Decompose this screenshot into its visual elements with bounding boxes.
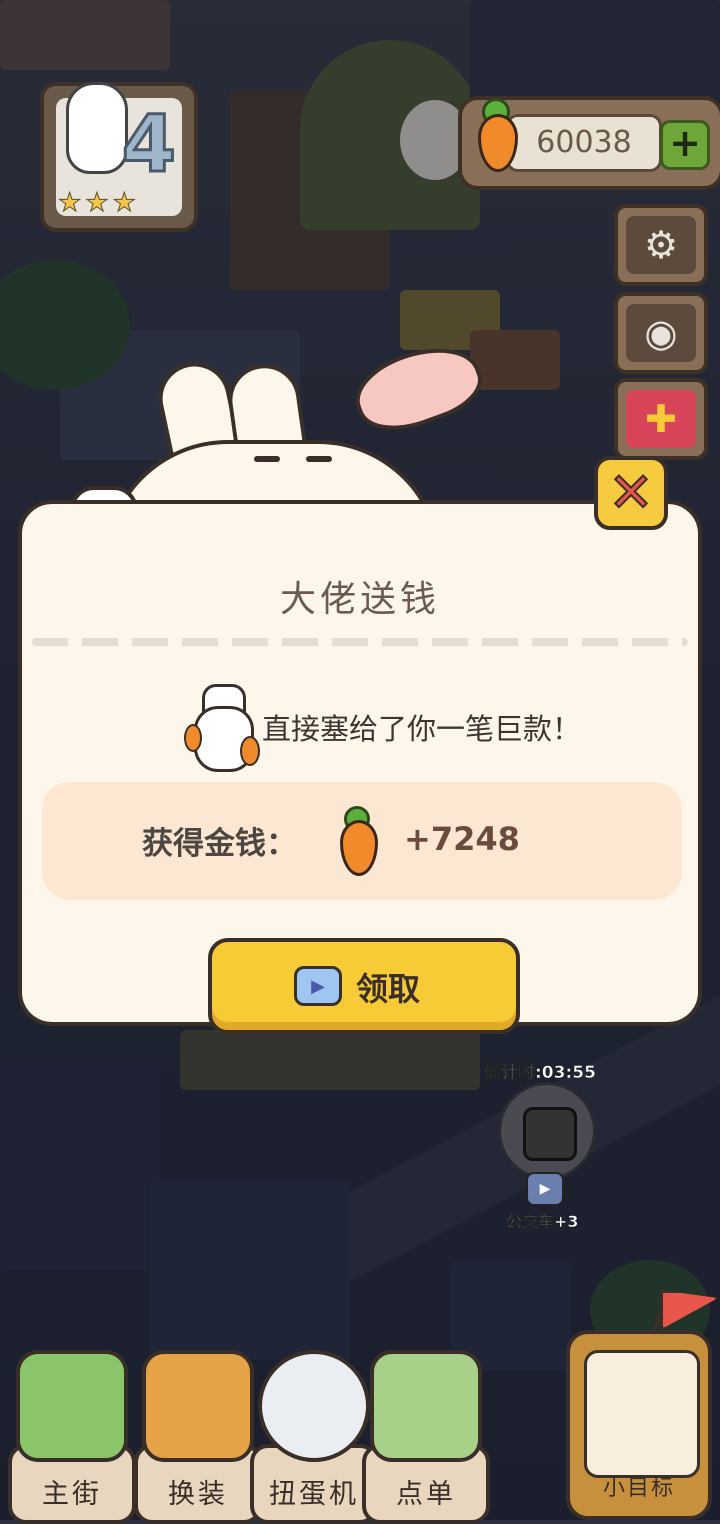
reward-dialog: 大佬送钱 直接塞给了你一笔巨款！ 获得金钱： +7248 ▶ 领取 ✕ [18, 332, 702, 1034]
dialog-message: 直接塞给了你一笔巨款！ [262, 712, 582, 746]
video-ad-icon: ▶ [526, 1172, 564, 1206]
level-number: 4 [120, 99, 177, 192]
nav-item-main-street[interactable]: 主街 [8, 1350, 136, 1524]
gacha-machine-icon [258, 1350, 370, 1462]
dialog-title: 大佬送钱 [279, 579, 440, 620]
camera-icon: ◉ [644, 311, 678, 355]
gear-icon: ⚙ [643, 223, 679, 267]
order-list-icon [370, 1350, 482, 1462]
money-field: 60038 [506, 114, 662, 172]
gift-icon: ✚ [645, 397, 677, 441]
nav-item-order[interactable]: 点单 [362, 1350, 490, 1524]
carrot-icon [336, 806, 382, 878]
nav-label: 小目标 [602, 1476, 675, 1501]
dashed-divider [32, 638, 688, 646]
claim-label: 领取 [356, 970, 421, 1008]
nav-label: 主街 [42, 1479, 102, 1510]
nav-label: 点单 [396, 1479, 456, 1510]
map-icon [16, 1350, 128, 1462]
nav-item-small-goal[interactable]: 小目标 [566, 1330, 712, 1520]
player-level-badge[interactable]: 4 ★★★ [40, 82, 198, 232]
bunny-paw-icon [584, 1350, 700, 1478]
paint-roller-icon [142, 1350, 254, 1462]
bus-icon [523, 1107, 577, 1161]
camera-button[interactable]: ◉ [614, 292, 708, 374]
add-money-button[interactable]: + [660, 120, 710, 170]
chef-bunny-icon [184, 684, 260, 774]
gift-button[interactable]: ✚ [614, 378, 708, 460]
message-row: 直接塞给了你一笔巨款！ [22, 684, 698, 774]
nav-item-dress-up[interactable]: 换装 [134, 1350, 262, 1524]
carrot-icon [474, 98, 524, 174]
close-button[interactable]: ✕ [594, 456, 668, 530]
bunny-eye [306, 456, 332, 462]
money-value: 60038 [536, 125, 632, 160]
reward-value: +7248 [404, 820, 520, 858]
claim-button[interactable]: ▶ 领取 [208, 938, 520, 1034]
bus-reward-label: 公交车+3 [506, 1212, 579, 1232]
nav-label: 换装 [168, 1479, 228, 1510]
reward-box: 获得金钱： +7248 [42, 782, 682, 900]
nav-label: 扭蛋机 [269, 1479, 359, 1510]
bunny-eye [254, 456, 280, 462]
rabbit-icon [66, 82, 128, 174]
video-ad-icon: ▶ [294, 966, 342, 1006]
level-stars: ★★★ [58, 188, 140, 219]
settings-button[interactable]: ⚙ [614, 204, 708, 286]
bus-countdown: 倒计时:03:55 [484, 1063, 596, 1084]
close-icon: ✕ [607, 461, 654, 524]
bus-button[interactable] [498, 1082, 596, 1180]
dialog-card: 大佬送钱 直接塞给了你一笔巨款！ 获得金钱： +7248 ▶ 领取 [18, 500, 702, 1034]
reward-label: 获得金钱： [142, 826, 297, 862]
nav-item-gacha[interactable]: 扭蛋机 [250, 1350, 378, 1524]
